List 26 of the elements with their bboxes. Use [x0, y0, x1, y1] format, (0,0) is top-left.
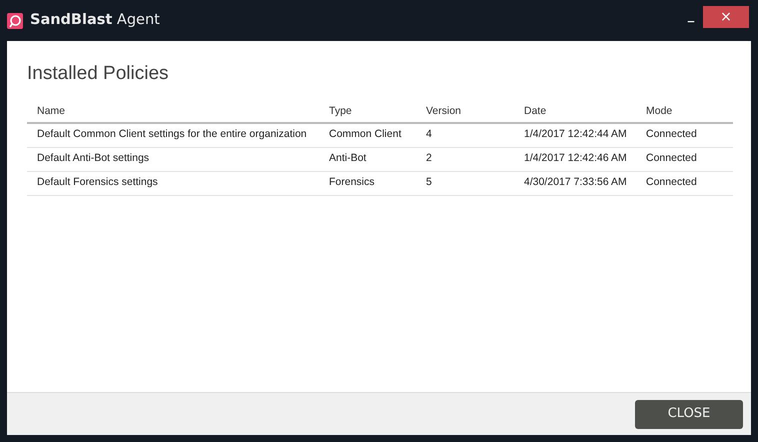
- table-cell: Connected: [636, 148, 733, 172]
- table-cell: Connected: [636, 124, 733, 148]
- minimize-button[interactable]: –: [679, 10, 703, 32]
- table-cell: 2: [416, 148, 514, 172]
- page-heading: Installed Policies: [27, 63, 170, 86]
- table-cell: Default Forensics settings: [27, 172, 319, 196]
- table-cell: Common Client: [319, 124, 416, 148]
- column-header: Version: [416, 102, 514, 124]
- table-cell: 5: [416, 172, 514, 196]
- table-cell: 1/4/2017 12:42:44 AM: [514, 124, 636, 148]
- column-header: Type: [319, 102, 416, 124]
- table-cell: Default Common Client settings for the entire organization: [27, 124, 319, 148]
- window-title: SandBlast Agent: [30, 10, 160, 30]
- column-header: Date: [514, 102, 636, 124]
- table-cell: Default Anti-Bot settings: [27, 148, 319, 172]
- table-cell: Anti-Bot: [319, 148, 416, 172]
- table-cell: Connected: [636, 172, 733, 196]
- table-cell: Forensics: [319, 172, 416, 196]
- column-header: Mode: [636, 102, 733, 124]
- table-cell: 1/4/2017 12:42:46 AM: [514, 148, 636, 172]
- table-cell: 4/30/2017 7:33:56 AM: [514, 172, 636, 196]
- table-cell: 4: [416, 124, 514, 148]
- app-logo-icon: [7, 12, 23, 28]
- close-button[interactable]: ×: [703, 6, 749, 28]
- close-dialog-button[interactable]: CLOSE: [635, 400, 743, 428]
- column-header: Name: [27, 102, 319, 124]
